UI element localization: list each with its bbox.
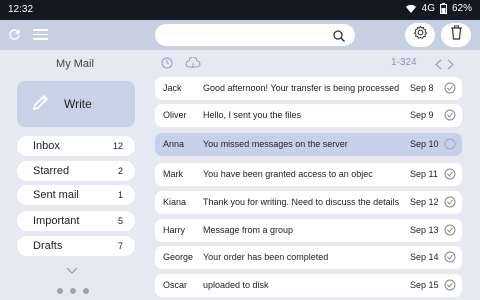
folder-name: Drafts <box>33 240 63 252</box>
message-subject: You have been granted access to an objec <box>203 169 373 179</box>
sidebar-item-inbox[interactable]: Inbox 12 <box>17 136 135 156</box>
check-circle-icon[interactable] <box>444 109 456 123</box>
check-circle-icon[interactable] <box>444 138 456 152</box>
message-row[interactable]: George Your order has been completed Sep… <box>155 246 462 269</box>
message-sender: Oliver <box>163 110 187 120</box>
settings-button[interactable] <box>405 23 435 47</box>
message-row[interactable]: Oliver Hello, I sent you the files Sep 9 <box>155 104 462 127</box>
page-range: 1-324 <box>391 57 417 68</box>
sidebar-item-sent-mail[interactable]: Sent mail 1 <box>17 185 135 205</box>
message-sender: Jack <box>163 83 182 93</box>
toolbar <box>0 20 480 50</box>
message-sender: Harry <box>163 225 185 235</box>
cloud-icon[interactable] <box>185 56 201 74</box>
check-circle-icon[interactable] <box>444 82 456 96</box>
clock-icon[interactable] <box>161 56 173 74</box>
message-date: Sep 13 <box>410 225 439 235</box>
sidebar-title: My Mail <box>56 58 94 70</box>
message-subject: uploaded to disk <box>203 280 269 290</box>
message-row[interactable]: Kiana Thank you for writing. Need to dis… <box>155 191 462 214</box>
message-sender: Anna <box>163 139 185 149</box>
folder-name: Starred <box>33 165 70 177</box>
check-circle-icon[interactable] <box>444 196 456 210</box>
check-circle-icon[interactable] <box>444 224 456 238</box>
refresh-icon[interactable] <box>8 28 21 46</box>
chevron-down-icon[interactable] <box>66 262 78 280</box>
network-label: 4G <box>421 3 435 14</box>
search-icon[interactable] <box>333 29 345 47</box>
list-header: 1-324 <box>155 50 460 74</box>
chevron-left-icon[interactable] <box>435 57 442 75</box>
message-date: Sep 8 <box>410 83 434 93</box>
message-row[interactable]: Mark You have been granted access to an … <box>155 163 462 186</box>
status-bar: 12:32 4G 62% <box>0 0 480 20</box>
status-indicators: 4G 62% <box>405 3 472 14</box>
message-date: Sep 9 <box>410 110 434 120</box>
check-circle-icon[interactable] <box>444 251 456 265</box>
folder-count: 2 <box>117 166 123 176</box>
trash-icon <box>450 25 463 45</box>
message-date: Sep 11 <box>410 169 438 179</box>
check-circle-icon[interactable] <box>444 168 456 182</box>
message-row[interactable]: Harry Message from a group Sep 13 <box>155 219 462 242</box>
battery-icon <box>439 3 447 14</box>
battery-level: 62% <box>451 3 472 14</box>
wifi-icon <box>405 4 417 14</box>
message-row[interactable]: Anna You missed messages on the server S… <box>155 133 462 156</box>
message-date: Sep 15 <box>410 280 439 290</box>
message-subject: Your order has been completed <box>203 252 329 262</box>
write-button[interactable]: Write <box>17 81 135 127</box>
chevron-right-icon[interactable] <box>447 57 454 75</box>
check-circle-icon[interactable] <box>444 279 456 293</box>
folder-count: 7 <box>117 241 123 251</box>
message-sender: Oscar <box>163 280 188 290</box>
message-date: Sep 14 <box>410 252 439 262</box>
message-sender: George <box>163 252 194 262</box>
message-sender: Mark <box>163 169 183 179</box>
message-subject: Thank you for writing. Need to discuss t… <box>203 197 400 207</box>
sidebar-item-drafts[interactable]: Drafts 7 <box>17 236 135 256</box>
menu-icon[interactable] <box>33 29 48 43</box>
message-row[interactable]: Oscar uploaded to disk Sep 15 <box>155 274 462 297</box>
sidebar: My Mail Write Inbox 12 Starred 2 Sent ma… <box>0 50 150 300</box>
message-subject: Message from a group <box>203 225 294 235</box>
page-indicator <box>57 288 89 294</box>
message-date: Sep 12 <box>410 197 439 207</box>
folder-name: Inbox <box>33 140 60 152</box>
gear-icon <box>413 25 428 45</box>
message-subject: Good afternoon! Your transfer is being p… <box>203 83 400 93</box>
folder-count: 1 <box>117 190 123 200</box>
sidebar-item-starred[interactable]: Starred 2 <box>17 161 135 181</box>
folder-count: 5 <box>117 216 123 226</box>
folder-count: 12 <box>112 141 123 151</box>
search-input[interactable] <box>155 24 355 46</box>
sidebar-item-important[interactable]: Important 5 <box>17 211 135 231</box>
message-date: Sep 10 <box>410 139 439 149</box>
folder-name: Important <box>33 215 80 227</box>
write-label: Write <box>64 97 92 111</box>
pencil-icon <box>32 93 50 116</box>
message-sender: Kiana <box>163 197 187 207</box>
message-subject: Hello, I sent you the files <box>203 110 302 120</box>
status-time: 12:32 <box>8 4 34 15</box>
message-subject: You missed messages on the server <box>203 139 348 149</box>
folder-name: Sent mail <box>33 189 79 201</box>
delete-button[interactable] <box>441 23 471 47</box>
message-row[interactable]: Jack Good afternoon! Your transfer is be… <box>155 77 462 100</box>
